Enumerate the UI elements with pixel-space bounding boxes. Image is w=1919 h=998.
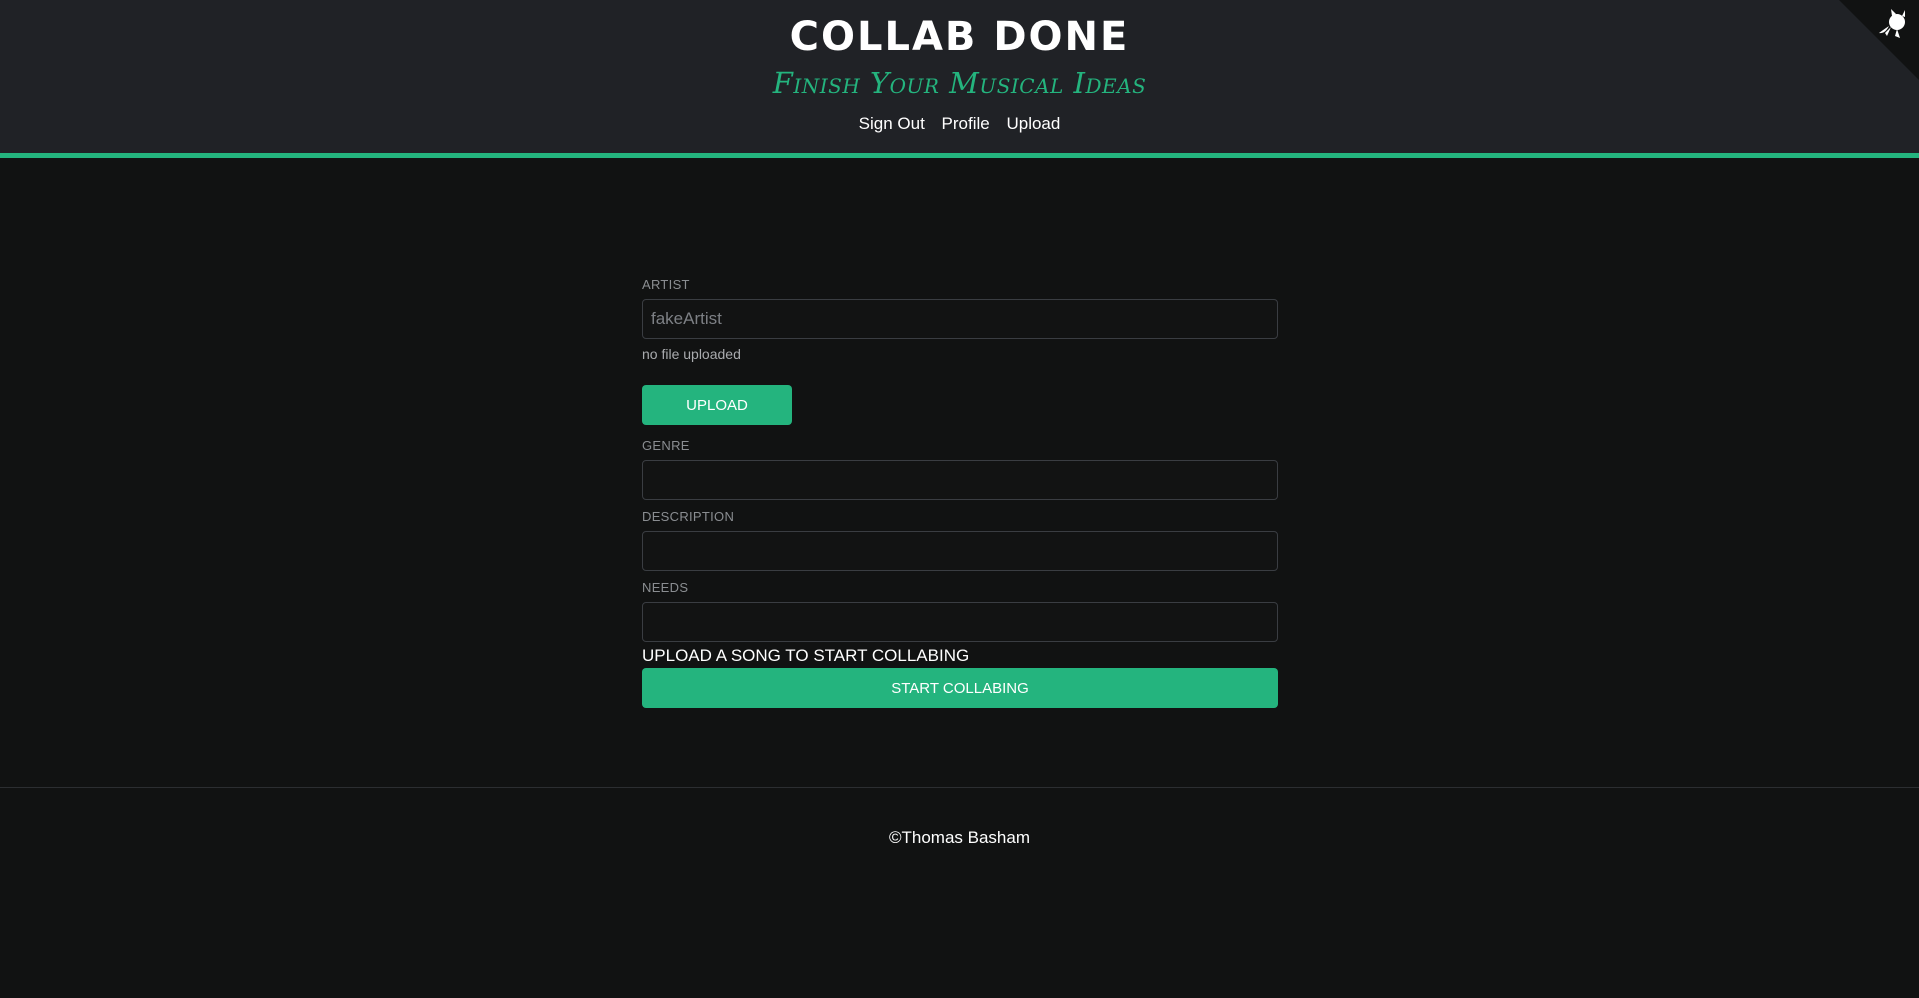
github-octocat-icon [1839, 0, 1919, 80]
needs-label: NEEDS [642, 580, 689, 595]
description-label: DESCRIPTION [642, 509, 735, 524]
footer-copyright: ©Thomas Basham [888, 828, 1031, 847]
footer-divider [0, 787, 1919, 788]
needs-input[interactable] [642, 602, 1278, 642]
site-header: COLLAB DONE Finish Your Musical Ideas Si… [0, 0, 1919, 158]
artist-input[interactable] [642, 299, 1278, 339]
nav-profile-link[interactable]: Profile [942, 114, 990, 133]
nav-sign-out-link[interactable]: Sign Out [859, 114, 925, 133]
main-nav: Sign Out Profile Upload [0, 114, 1919, 134]
upload-button[interactable]: UPLOAD [642, 385, 792, 425]
artist-label: ARTIST [642, 277, 690, 292]
site-title: COLLAB DONE [789, 14, 1130, 60]
github-corner-link[interactable] [1839, 0, 1919, 80]
genre-label: GENRE [642, 438, 690, 453]
nav-upload-link[interactable]: Upload [1006, 114, 1060, 133]
upload-prompt-text: UPLOAD A SONG TO START COLLABING [642, 646, 970, 665]
genre-input[interactable] [642, 460, 1278, 500]
start-collabing-button[interactable]: START COLLABING [642, 668, 1278, 708]
file-status-text: no file uploaded [642, 346, 741, 362]
description-input[interactable] [642, 531, 1278, 571]
site-subtitle: Finish Your Musical Ideas [772, 66, 1147, 100]
